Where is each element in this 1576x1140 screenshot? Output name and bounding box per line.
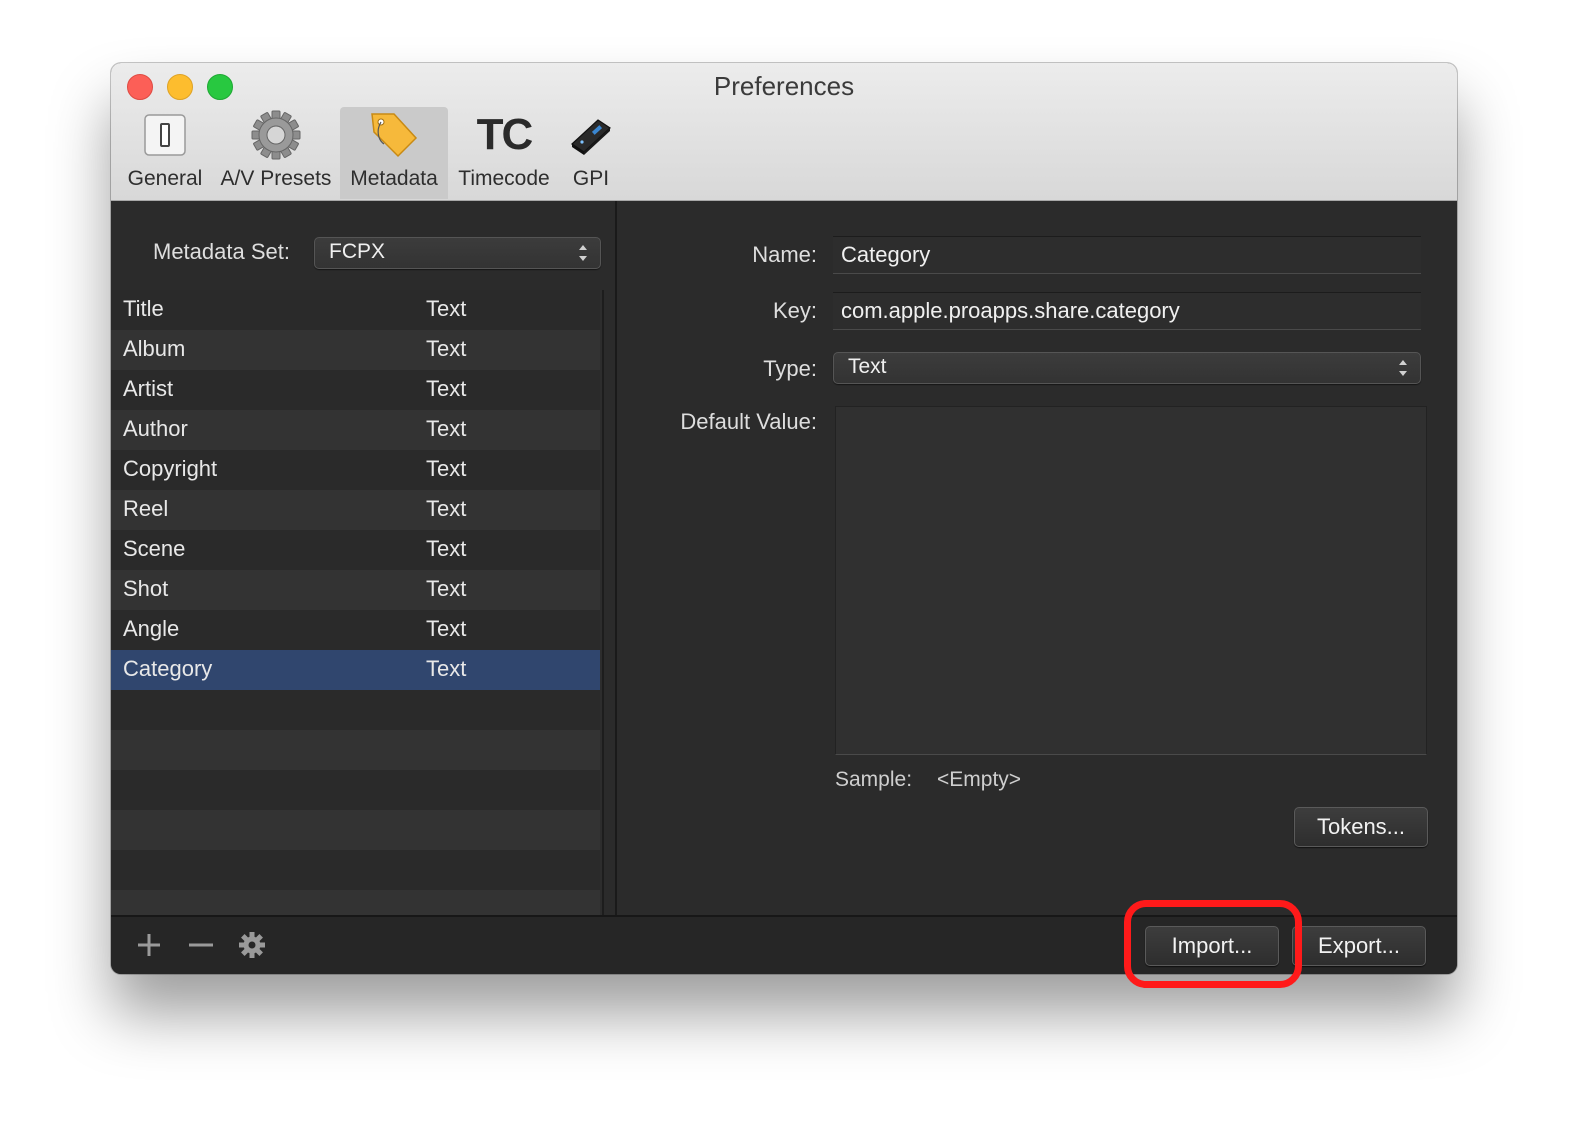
empty-row	[111, 690, 600, 730]
field-type: Text	[426, 656, 467, 681]
key-label: Key:	[772, 298, 817, 323]
sample-label: Sample:	[835, 768, 913, 791]
list-row[interactable]: Angle Text	[111, 610, 600, 650]
empty-row	[111, 770, 600, 810]
import-highlight-annotation	[1124, 900, 1302, 988]
metadata-set-value: FCPX	[329, 240, 386, 263]
field-name: Artist	[123, 376, 174, 401]
timecode-icon: TC	[476, 110, 534, 159]
list-row[interactable]: Title Text	[111, 290, 600, 330]
field-name: Author	[123, 416, 188, 441]
gear-icon	[215, 110, 337, 160]
list-row[interactable]: Reel Text	[111, 490, 600, 530]
field-type: Text	[426, 496, 467, 521]
toolbar-general[interactable]: General	[121, 107, 209, 199]
toolbar-label: GPI	[572, 167, 610, 190]
type-popup[interactable]: Text	[833, 352, 1421, 384]
field-type: Text	[426, 296, 467, 321]
metadata-set-label: Metadata Set:	[153, 239, 290, 264]
list-row[interactable]: Copyright Text	[111, 450, 600, 490]
name-field[interactable]: Category	[833, 236, 1421, 274]
empty-row	[111, 730, 600, 770]
default-value-label: Default Value:	[680, 409, 817, 434]
field-name: Copyright	[123, 456, 218, 481]
list-row-selected[interactable]: Category Text	[111, 650, 600, 690]
field-type: Text	[426, 616, 467, 641]
field-name: Category	[123, 656, 213, 681]
popup-arrows-icon	[579, 245, 587, 261]
toolbar-metadata[interactable]: Metadata	[340, 107, 448, 199]
empty-row	[111, 890, 600, 915]
field-name: Reel	[123, 496, 169, 521]
field-name: Album	[123, 336, 186, 361]
field-name: Title	[123, 296, 164, 321]
preferences-content: Metadata Set: FCPX Title Text Album Text	[111, 201, 1457, 915]
field-name: Shot	[123, 576, 169, 601]
key-field[interactable]: com.apple.proapps.share.category	[833, 292, 1421, 330]
field-type: Text	[426, 416, 467, 441]
plus-icon[interactable]	[134, 930, 164, 960]
toolbar-label: Timecode	[458, 167, 550, 190]
popup-arrows-icon	[1399, 360, 1407, 376]
list-row[interactable]: Shot Text	[111, 570, 600, 610]
toolbar-label: A/V Presets	[220, 167, 332, 190]
field-type: Text	[426, 376, 467, 401]
general-icon	[121, 111, 209, 159]
field-type: Text	[426, 576, 467, 601]
gpi-device-icon	[559, 111, 623, 159]
field-name: Angle	[123, 616, 180, 641]
field-type: Text	[426, 536, 467, 561]
minus-icon[interactable]	[186, 930, 216, 960]
field-type: Text	[426, 456, 467, 481]
field-detail-pane: Name: Category Key: com.apple.proapps.sh…	[617, 201, 1457, 915]
type-label: Type:	[763, 356, 817, 381]
metadata-set-popup[interactable]: FCPX	[314, 237, 601, 269]
empty-row	[111, 810, 600, 850]
list-row[interactable]: Album Text	[111, 330, 600, 370]
toolbar-label: General	[127, 167, 203, 190]
window-title: Preferences	[713, 71, 855, 101]
list-row[interactable]: Artist Text	[111, 370, 600, 410]
preferences-window: Preferences General A/V Presets Metadata…	[111, 63, 1457, 974]
field-name: Scene	[123, 536, 186, 561]
empty-row	[111, 850, 600, 890]
field-type: Text	[426, 336, 467, 361]
name-label: Name:	[752, 242, 817, 267]
tag-icon	[340, 111, 448, 159]
title-bar: Preferences General A/V Presets Metadata…	[111, 63, 1457, 201]
tokens-button[interactable]: Tokens...	[1294, 807, 1428, 847]
default-value-textarea[interactable]	[835, 406, 1427, 755]
toolbar-gpi[interactable]: GPI	[559, 107, 623, 199]
sample-value: <Empty>	[937, 768, 1022, 791]
export-button[interactable]: Export...	[1292, 926, 1426, 966]
toolbar-av-presets[interactable]: A/V Presets	[215, 107, 337, 199]
type-value: Text	[848, 355, 887, 378]
gear-icon[interactable]	[237, 930, 267, 960]
toolbar-label: Metadata	[350, 167, 438, 190]
list-row[interactable]: Scene Text	[111, 530, 600, 570]
metadata-fields-list[interactable]: Title Text Album Text Artist Text Author…	[111, 290, 604, 915]
metadata-set-pane: Metadata Set: FCPX Title Text Album Text	[111, 201, 615, 915]
toolbar-timecode[interactable]: TC Timecode	[454, 107, 554, 199]
list-row[interactable]: Author Text	[111, 410, 600, 450]
